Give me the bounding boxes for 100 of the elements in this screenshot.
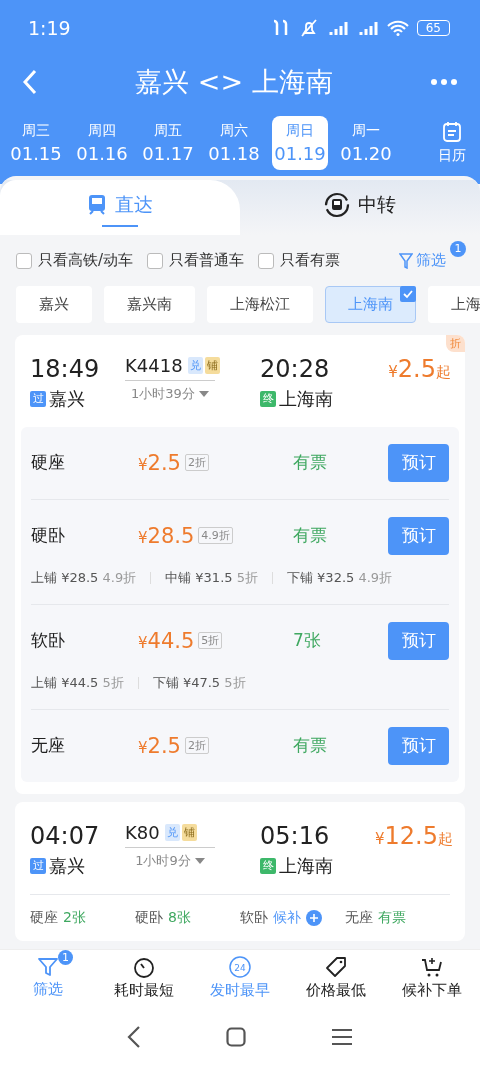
battery-level: 65 bbox=[416, 20, 450, 36]
seat-price: ¥44.5 bbox=[138, 628, 195, 653]
book-button[interactable]: 预订 bbox=[388, 621, 449, 660]
date-tab[interactable]: 周三 01.15 bbox=[8, 116, 64, 170]
berth-price: 中铺 ¥31.5 5折 bbox=[165, 568, 258, 587]
berth-price: 上铺 ¥44.5 5折 bbox=[31, 673, 124, 692]
bottom-nav-item[interactable]: 筛选 1 bbox=[0, 949, 96, 1006]
discount-tag: 折 bbox=[446, 334, 465, 352]
station-chip[interactable]: 嘉兴 bbox=[16, 286, 92, 324]
discount-label: 2折 bbox=[184, 454, 209, 472]
arrival-station: 上海南 bbox=[279, 386, 333, 411]
back-icon[interactable] bbox=[127, 1025, 141, 1048]
discount-label: 5折 bbox=[198, 632, 223, 650]
bottom-nav-item[interactable]: 24 发时最早 bbox=[192, 949, 288, 1006]
checkbox-label: 只看高铁/动车 bbox=[38, 251, 134, 271]
station-chip[interactable]: 上海松江 bbox=[207, 286, 313, 324]
seat-availability: 软卧 候补 bbox=[240, 908, 345, 927]
calendar-button[interactable]: 日历 bbox=[432, 121, 472, 165]
bottom-nav-item[interactable]: 价格最低 bbox=[288, 949, 384, 1006]
date-tab[interactable]: 周日 01.19 bbox=[272, 116, 328, 170]
date-tab[interactable]: 周四 01.16 bbox=[74, 116, 130, 170]
plus-icon bbox=[306, 909, 322, 926]
pass-tag: 过 bbox=[30, 857, 46, 874]
pass-tag: 过 bbox=[30, 390, 46, 407]
departure-station: 嘉兴 bbox=[49, 853, 85, 878]
berth-price: 上铺 ¥28.5 4.9折 bbox=[31, 568, 137, 587]
mute-icon bbox=[298, 19, 319, 37]
seat-availability: 无座 有票 bbox=[345, 908, 407, 927]
seat-type: 无座 bbox=[31, 734, 66, 758]
checkbox[interactable] bbox=[16, 252, 32, 269]
train-number: K80 bbox=[125, 821, 160, 843]
book-button[interactable]: 预订 bbox=[388, 443, 449, 482]
arrival-time: 05:16 bbox=[260, 821, 331, 850]
book-button[interactable]: 预订 bbox=[388, 516, 449, 555]
count-badge: 1 bbox=[450, 241, 466, 258]
checkbox-label: 只看有票 bbox=[280, 251, 341, 271]
checkbox[interactable] bbox=[147, 252, 164, 269]
count-badge: 1 bbox=[58, 949, 73, 965]
train-badge: 兑 bbox=[164, 823, 180, 841]
terminal-tag: 终 bbox=[260, 390, 276, 407]
seat-price: ¥28.5 bbox=[138, 523, 195, 548]
berth-price: 下铺 ¥47.5 5折 bbox=[152, 673, 246, 692]
availability: 有票 bbox=[293, 734, 328, 758]
terminal-tag: 终 bbox=[260, 857, 276, 874]
station-chip[interactable]: 上海南 bbox=[325, 286, 416, 324]
route-tab[interactable]: 中转 bbox=[240, 180, 480, 236]
tag-icon bbox=[324, 955, 348, 980]
availability: 有票 bbox=[293, 451, 328, 475]
discount-label: 4.9折 bbox=[198, 527, 233, 545]
seat-type: 硬卧 bbox=[31, 524, 66, 548]
availability: 7张 bbox=[293, 629, 322, 653]
wifi-icon bbox=[386, 20, 409, 36]
more-icon[interactable] bbox=[430, 78, 458, 86]
departure-time: 18:49 bbox=[30, 354, 101, 383]
berth-price: 下铺 ¥32.5 4.9折 bbox=[286, 568, 393, 587]
station-chip[interactable]: 上海 bbox=[428, 286, 480, 324]
check-icon bbox=[400, 286, 416, 303]
checkbox[interactable] bbox=[258, 252, 275, 269]
route-title: 嘉兴 <> 上海南 bbox=[135, 65, 333, 99]
menu-icon[interactable] bbox=[331, 1027, 353, 1046]
train-icon bbox=[87, 194, 107, 217]
timer-icon bbox=[132, 955, 156, 980]
filter-button[interactable]: 筛选 bbox=[399, 251, 450, 271]
date-tab[interactable]: 周一 01.20 bbox=[338, 116, 394, 170]
home-icon[interactable] bbox=[226, 1026, 246, 1047]
clock-icon: 24 bbox=[228, 955, 252, 980]
train-number: K4418 bbox=[125, 354, 183, 376]
train-badge: 铺 bbox=[181, 823, 197, 841]
train-cycle-icon bbox=[324, 192, 350, 219]
date-tab[interactable]: 周五 01.17 bbox=[140, 116, 196, 170]
duration[interactable]: 1小时39分 bbox=[125, 384, 215, 403]
seat-type: 软卧 bbox=[31, 629, 66, 653]
arrival-time: 20:28 bbox=[260, 354, 331, 383]
route-tab[interactable]: 直达 bbox=[0, 180, 240, 236]
checkbox-label: 只看普通车 bbox=[169, 251, 245, 271]
station-chip[interactable]: 嘉兴南 bbox=[104, 286, 195, 324]
duration[interactable]: 1小时9分 bbox=[125, 851, 215, 870]
seat-availability: 硬座 2张 bbox=[30, 908, 87, 927]
train-card[interactable]: 04:07 过 嘉兴 K80 兑 铺 1小时9分 05:16 终 上海南 ¥12.5起 硬座 2张 硬卧 8张 软卧 候补 无座 有票 bbox=[15, 801, 465, 941]
book-button[interactable]: 预订 bbox=[388, 726, 449, 765]
status-time: 1:19 bbox=[28, 17, 71, 39]
lowest-price: ¥2.5起 bbox=[388, 354, 451, 383]
discount-label: 2折 bbox=[184, 737, 209, 755]
seat-price: ¥2.5 bbox=[138, 450, 181, 475]
bottom-nav-item[interactable]: 耗时最短 bbox=[96, 949, 192, 1006]
caret-icon bbox=[198, 390, 209, 397]
seat-type: 硬座 bbox=[31, 451, 66, 475]
train-badge: 铺 bbox=[204, 356, 220, 374]
bottom-nav-item[interactable]: 候补下单 bbox=[384, 949, 480, 1006]
train-badge: 兑 bbox=[187, 356, 203, 374]
filter-icon bbox=[37, 956, 59, 979]
availability: 有票 bbox=[293, 524, 328, 548]
train-card[interactable]: 折 18:49 过 嘉兴 K4418 兑 铺 1小时39分 20:28 终 上海南 ¥2.5起 硬座 ¥2.5 2折 有票 预订 硬卧 ¥28.5 4.9折 有票 预订 上铺 ¥28.5 4.9折 中铺 ¥31.5 5折 下铺 ¥32.5 4.9折 软卧 ¥44.5 5折 7张 预订 上铺 ¥44.5 5折 下铺 ¥47.5 5折 无座 ¥2.5 2折 有票 预订 bbox=[15, 334, 465, 794]
date-tab[interactable]: 周六 01.18 bbox=[206, 116, 262, 170]
calendar-icon bbox=[442, 121, 462, 143]
filter-icon bbox=[399, 252, 413, 269]
departure-time: 04:07 bbox=[30, 821, 101, 850]
seat-availability: 硬卧 8张 bbox=[135, 908, 192, 927]
lowest-price: ¥12.5起 bbox=[375, 821, 453, 850]
caret-icon bbox=[194, 857, 205, 864]
